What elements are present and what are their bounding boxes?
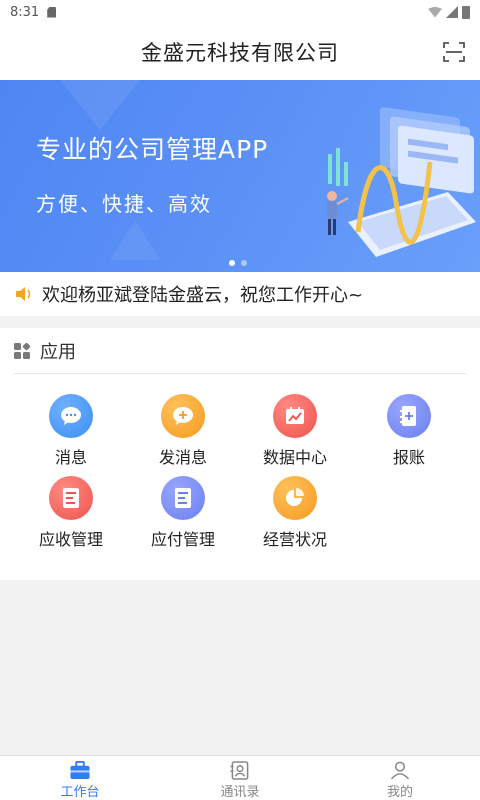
signal-icon [446,6,458,18]
status-bar: 8:31 [0,0,480,24]
speaker-icon [16,287,31,301]
carousel-dot[interactable] [229,260,235,266]
pie-chart-icon [273,476,317,520]
app-label: 报账 [392,448,425,467]
sd-card-icon [47,6,57,18]
data-center-icon [273,394,317,438]
laptop-illustration-icon [327,107,476,257]
scan-icon[interactable] [442,40,466,64]
banner-carousel[interactable]: 专业的公司管理APP 方便、快捷、高效 [0,80,480,272]
notice-text: 欢迎杨亚斌登陆金盛云，祝您工作开心~ [42,285,364,306]
status-icons [428,5,470,19]
app-payables[interactable]: 应付管理 [138,476,228,556]
payables-icon [161,476,205,520]
chat-bubble-icon [49,394,93,438]
banner-title: 专业的公司管理APP [36,135,269,164]
carousel-dot[interactable] [241,260,247,266]
app-data-center[interactable]: 数据中心 [250,394,340,474]
page-title: 金盛元科技有限公司 [141,41,339,65]
bottom-tab-bar: 工作台 通讯录 我的 [0,755,480,800]
receivables-icon [49,476,93,520]
app-label: 应付管理 [150,530,215,549]
carousel-indicators [229,260,247,266]
app-label: 数据中心 [262,448,327,467]
send-message-icon [161,394,205,438]
app-label: 应收管理 [38,530,103,549]
apps-title: 应用 [40,341,76,363]
expense-report-icon [387,394,431,438]
tab-contacts[interactable]: 通讯录 [160,756,320,800]
app-label: 经营状况 [262,530,327,549]
banner-decoration [110,220,160,260]
tab-label: 我的 [386,785,413,800]
tab-label: 通讯录 [220,785,260,800]
tab-mine[interactable]: 我的 [320,756,480,800]
user-icon [390,761,410,780]
briefcase-icon [70,761,90,780]
banner-decoration [60,80,140,130]
app-message[interactable]: 消息 [26,394,116,474]
apps-section: 应用 消息 发消息 数据中心 报账 应收管理 应付管理 经营状况 [0,328,480,580]
status-time: 8:31 [10,4,40,20]
app-receivables[interactable]: 应收管理 [26,476,116,556]
app-label: 消息 [54,448,87,467]
battery-icon [462,5,470,19]
app-business-status[interactable]: 经营状况 [250,476,340,556]
apps-header: 应用 [14,328,466,374]
app-expense[interactable]: 报账 [364,394,454,474]
wifi-icon [428,6,442,18]
banner-subtitle: 方便、快捷、高效 [36,192,212,216]
app-label: 发消息 [158,448,207,467]
tab-label: 工作台 [60,785,100,800]
app-header: 金盛元科技有限公司 [0,24,480,80]
grid-icon [14,342,30,359]
contacts-icon [230,761,249,780]
notice-bar: 欢迎杨亚斌登陆金盛云，祝您工作开心~ [0,272,480,316]
app-send-message[interactable]: 发消息 [138,394,228,474]
tab-workbench[interactable]: 工作台 [0,756,160,800]
